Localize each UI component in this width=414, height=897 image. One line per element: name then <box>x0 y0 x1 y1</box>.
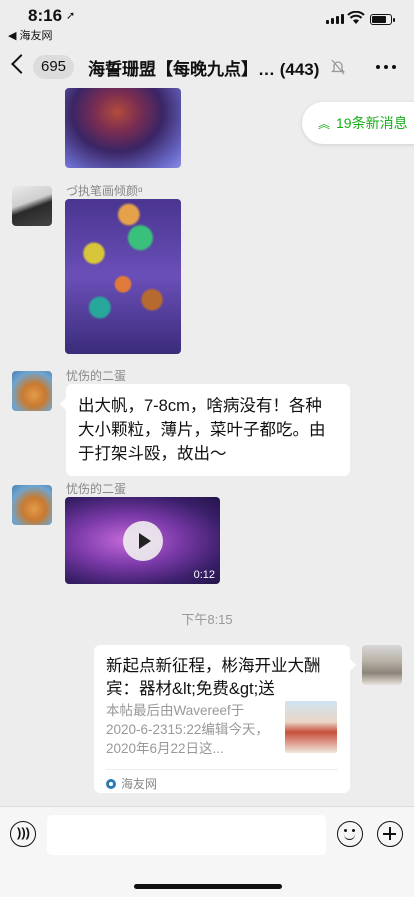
mute-bell-icon <box>331 59 345 75</box>
battery-icon <box>370 14 395 25</box>
emoji-icon[interactable] <box>337 821 363 847</box>
chat-image-message[interactable] <box>65 199 181 354</box>
link-card-source: 海友网 <box>106 775 157 792</box>
back-to-app-link[interactable]: ◀ 海友网 <box>8 27 53 43</box>
chat-header: 695 海誓珊盟【每晚九点】… (443) <box>0 44 414 90</box>
home-indicator <box>134 884 282 889</box>
play-icon[interactable] <box>123 521 163 561</box>
status-time: 8:16 <box>28 6 63 25</box>
double-chevron-up-icon: ︽ <box>318 117 331 131</box>
sender-name: 忧伤的二蛋 <box>66 369 127 383</box>
source-logo-icon <box>106 778 116 789</box>
avatar[interactable] <box>12 485 52 525</box>
unread-count-badge[interactable]: 695 <box>33 55 75 79</box>
video-duration: 0:12 <box>193 569 215 581</box>
voice-icon[interactable]: ))) <box>10 821 36 847</box>
message-input[interactable] <box>47 815 326 855</box>
divider <box>106 769 338 770</box>
chat-image-message[interactable] <box>65 88 181 168</box>
plus-icon[interactable] <box>377 821 403 847</box>
link-card-thumbnail <box>285 701 337 753</box>
avatar[interactable] <box>12 371 52 411</box>
sender-name: づ执笔画倾颜ᵅ <box>66 184 143 198</box>
location-arrow-icon: ➚ <box>66 10 76 22</box>
more-options-icon[interactable] <box>376 65 396 69</box>
avatar[interactable] <box>12 186 52 226</box>
video-message[interactable]: 0:12 <box>65 497 220 584</box>
back-chevron-icon[interactable] <box>11 54 31 74</box>
message-timestamp: 下午8:15 <box>181 612 233 627</box>
signal-icon <box>326 14 344 24</box>
link-card-description: 本帖最后由Wavereef于2020-6-2315:22编辑今天，2020年6月… <box>106 703 269 756</box>
status-bar: 8:16 ➚ ◀ 海友网 <box>0 0 414 44</box>
sender-name: 忧伤的二蛋 <box>66 482 127 496</box>
link-card-source-label: 海友网 <box>121 777 158 791</box>
my-avatar[interactable] <box>362 645 402 685</box>
link-card-title: 新起点新征程，彬海开业大酬宾：器材&lt;免费&gt;送 <box>106 657 321 698</box>
chat-title[interactable]: 海誓珊盟【每晚九点】… (443) <box>88 55 319 80</box>
new-messages-pill[interactable]: ︽ 19条新消息 <box>302 102 414 144</box>
text-message-bubble[interactable]: 出大帆，7-8cm，啥病没有！各种大小颗粒，薄片，菜叶子都吃。由于打架斗殴，故出… <box>60 384 350 476</box>
link-card-message[interactable]: 新起点新征程，彬海开业大酬宾：器材&lt;免费&gt;送 本帖最后由Wavere… <box>94 645 356 793</box>
new-messages-label: 19条新消息 <box>336 115 408 131</box>
battery-level <box>372 16 386 23</box>
wifi-icon <box>347 11 365 24</box>
